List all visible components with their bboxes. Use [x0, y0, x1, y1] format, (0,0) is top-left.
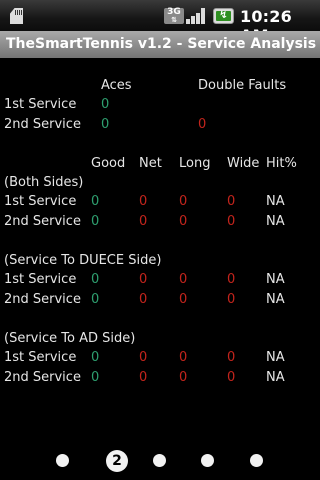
row-label: 2nd Service [4, 117, 81, 132]
section-title-ad-side: (Service To AD Side) [4, 331, 136, 346]
good-value: 0 [91, 350, 100, 365]
row-label: 1st Service [4, 272, 77, 287]
wide-value: 0 [227, 350, 236, 365]
battery-charging-icon: ↯ [213, 8, 234, 24]
row-label: 2nd Service [4, 370, 81, 385]
section-title-deuce-side: (Service To DUECE Side) [4, 253, 162, 268]
good-value: 0 [91, 370, 100, 385]
wide-value: 0 [227, 272, 236, 287]
hit-percent-value: NA [266, 292, 285, 307]
status-bar: 3G ⇅ ↯ 10:26 AM [0, 0, 320, 45]
long-value: 0 [179, 194, 188, 209]
row-label: 1st Service [4, 97, 77, 112]
good-value: 0 [91, 194, 100, 209]
good-value: 0 [91, 292, 100, 307]
page-dot-5[interactable] [250, 454, 263, 467]
net-header: Net [139, 156, 162, 171]
wide-value: 0 [227, 370, 236, 385]
hit-percent-value: NA [266, 194, 285, 209]
sd-card-icon [10, 8, 23, 24]
double-faults-header: Double Faults [198, 78, 287, 93]
wide-value: 0 [227, 214, 236, 229]
title-bar: TheSmartTennis v1.2 - Service Analysis [0, 31, 320, 58]
net-value: 0 [139, 272, 148, 287]
wide-header: Wide [227, 156, 260, 171]
good-value: 0 [91, 272, 100, 287]
long-value: 0 [179, 292, 188, 307]
net-value: 0 [139, 292, 148, 307]
double-faults-value: 0 [198, 117, 207, 132]
long-value: 0 [179, 272, 188, 287]
section-title-both-sides: (Both Sides) [4, 175, 84, 190]
net-value: 0 [139, 214, 148, 229]
long-value: 0 [179, 214, 188, 229]
hit-percent-value: NA [266, 272, 285, 287]
hit-percent-value: NA [266, 214, 285, 229]
long-header: Long [179, 156, 211, 171]
aces-header: Aces [101, 78, 132, 93]
app-title: TheSmartTennis v1.2 - Service Analysis [6, 36, 317, 52]
net-value: 0 [139, 370, 148, 385]
row-label: 2nd Service [4, 292, 81, 307]
net-value: 0 [139, 194, 148, 209]
hit-percent-value: NA [266, 370, 285, 385]
good-header: Good [91, 156, 126, 171]
hit-percent-header: Hit% [266, 156, 297, 171]
long-value: 0 [179, 350, 188, 365]
net-value: 0 [139, 350, 148, 365]
page-dot-current[interactable]: 2 [106, 450, 128, 472]
row-label: 1st Service [4, 350, 77, 365]
data-arrows-icon: ⇅ [171, 16, 177, 24]
wide-value: 0 [227, 292, 236, 307]
page-dot-1[interactable] [56, 454, 69, 467]
signal-strength-icon [186, 8, 208, 24]
wide-value: 0 [227, 194, 236, 209]
aces-value: 0 [101, 117, 110, 132]
page-dot-4[interactable] [201, 454, 214, 467]
good-value: 0 [91, 214, 100, 229]
page-dot-3[interactable] [153, 454, 166, 467]
hit-percent-value: NA [266, 350, 285, 365]
aces-value: 0 [101, 97, 110, 112]
network-3g-icon: 3G ⇅ [164, 8, 184, 24]
long-value: 0 [179, 370, 188, 385]
row-label: 1st Service [4, 194, 77, 209]
row-label: 2nd Service [4, 214, 81, 229]
